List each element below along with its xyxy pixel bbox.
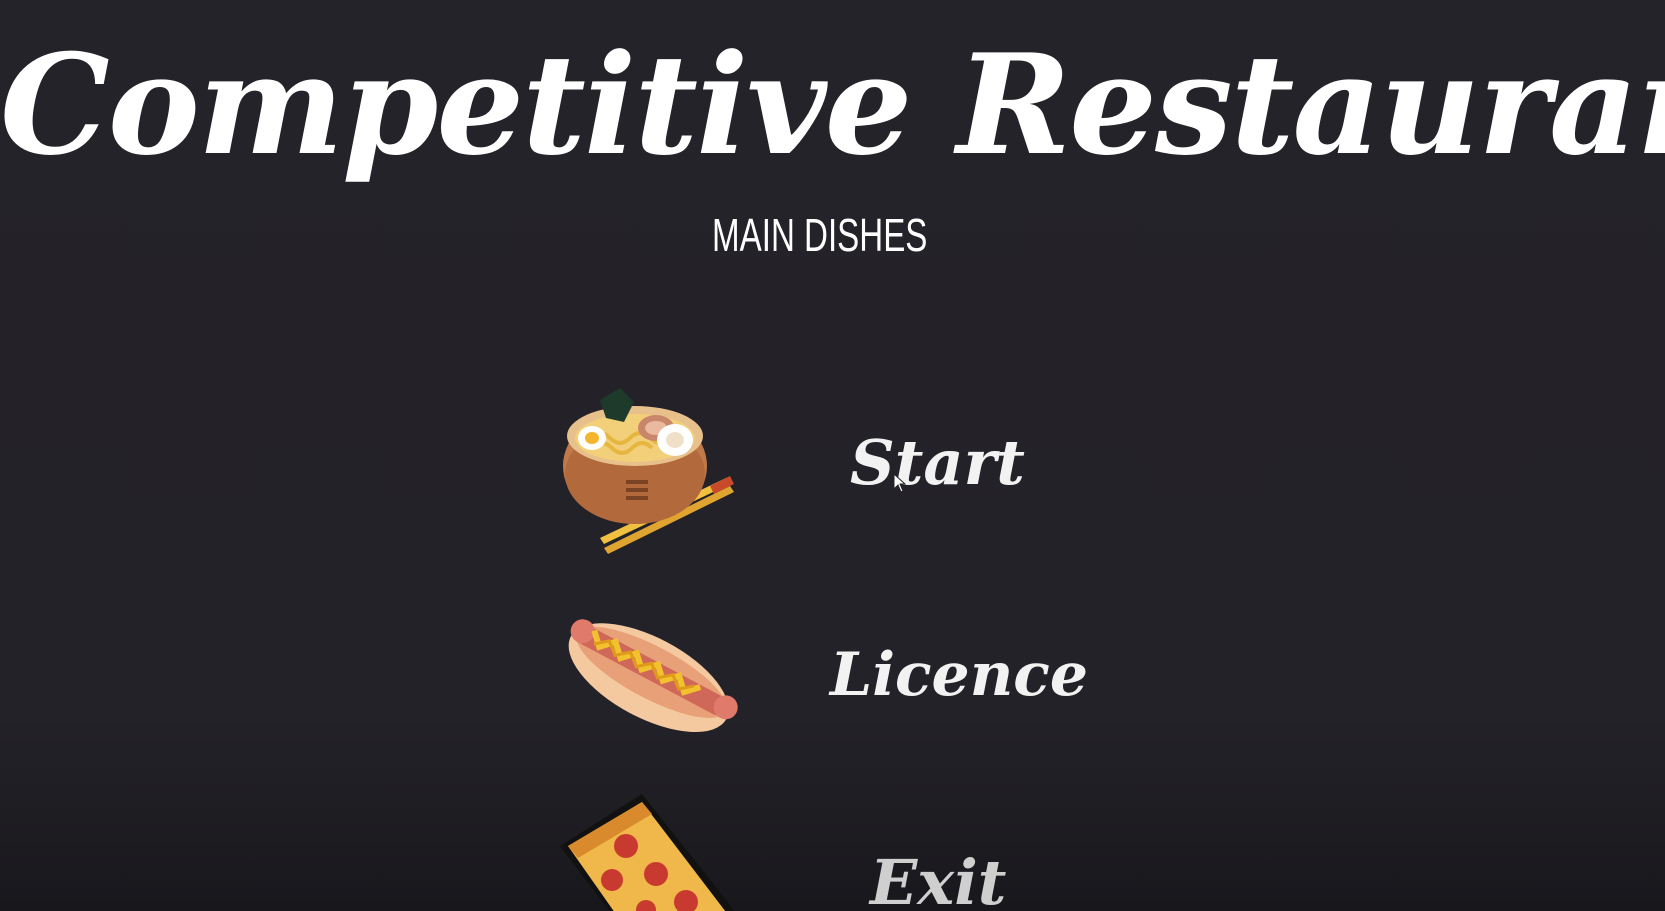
menu-subtitle: MAIN DISHES [712,209,928,261]
exit-label: Exit [870,846,1007,911]
game-title: Competitive Restaurants [0,23,1665,186]
licence-label: Licence [830,640,1089,710]
ramen-bowl-icon [563,388,734,554]
mouse-cursor-icon [893,473,907,493]
main-menu-screen: Competitive Restaurants MAIN DISHES [0,0,1665,911]
pizza-slice-icon [560,794,735,911]
exit-button[interactable]: Exit [870,852,1006,911]
hotdog-icon [568,619,738,733]
start-button[interactable]: Start [850,432,1025,494]
start-label: Start [850,426,1025,499]
licence-button[interactable]: Licence [830,645,1088,705]
